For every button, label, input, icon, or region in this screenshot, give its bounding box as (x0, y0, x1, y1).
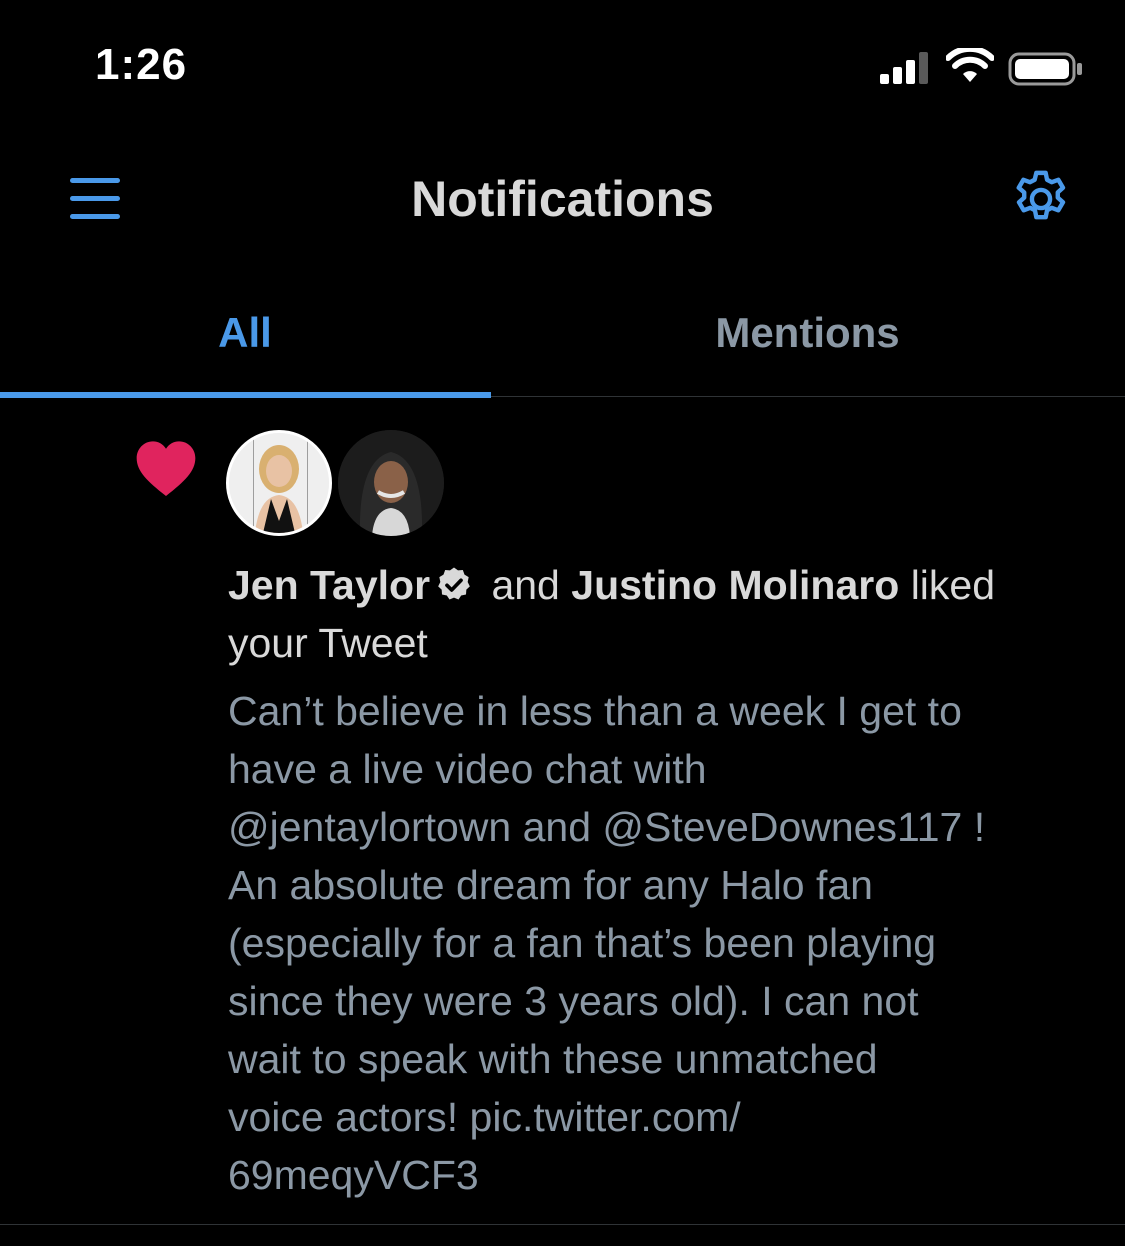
header: Notifications (0, 140, 1125, 255)
avatar-image (338, 430, 444, 536)
tab-all[interactable]: All (0, 270, 490, 396)
battery-icon (1008, 52, 1082, 86)
tweet-line: wait to speak with these unmatched (228, 1036, 878, 1082)
avatar-image (229, 433, 329, 533)
heart-icon (136, 441, 196, 496)
notification-tabs: All Mentions (0, 270, 1125, 398)
action-object-text: your Tweet (228, 620, 428, 666)
tweet-text[interactable]: Can’t believe in less than a week I get … (228, 682, 1088, 1204)
status-time: 1:26 (95, 40, 188, 89)
tweet-line: An absolute dream for any Halo fan (228, 862, 873, 908)
notification-item[interactable]: Jen Taylor and Justino Molinaro liked yo… (0, 398, 1125, 1225)
notification-summary: Jen Taylor and Justino Molinaro liked yo… (228, 556, 1088, 672)
avatar-justino-molinaro[interactable] (338, 430, 444, 536)
tweet-line: since they were 3 years old). I can not (228, 978, 919, 1024)
verified-badge-icon (438, 567, 470, 600)
tweet-line: (especially for a fan that’s been playin… (228, 920, 937, 966)
user-name-jen-taylor[interactable]: Jen Taylor (228, 562, 430, 608)
tweet-line: 69meqyVCF3 (228, 1152, 479, 1198)
user-name-justino-molinaro[interactable]: Justino Molinaro (571, 562, 899, 608)
action-text: liked (910, 562, 996, 608)
connector-text: and (491, 562, 560, 608)
settings-gear-icon[interactable] (1008, 166, 1074, 232)
signal-icon (880, 52, 928, 84)
tweet-line: @jentaylortown and @SteveDownes117 ! (228, 804, 986, 850)
wifi-icon (946, 48, 994, 82)
page-title: Notifications (411, 171, 714, 227)
tab-mentions[interactable]: Mentions (490, 270, 1125, 396)
tweet-line: voice actors! pic.twitter.com/ (228, 1094, 741, 1140)
status-bar: 1:26 (0, 0, 1125, 130)
avatar-jen-taylor[interactable] (226, 430, 332, 536)
tweet-line: have a live video chat with (228, 746, 707, 792)
tweet-line: Can’t believe in less than a week I get … (228, 688, 962, 734)
